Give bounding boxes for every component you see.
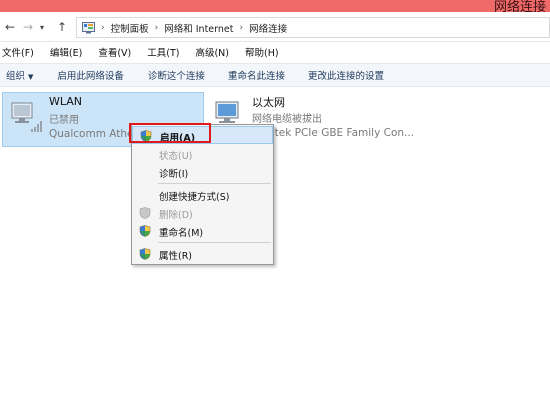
menu-item-label: 属性(R)	[159, 251, 193, 262]
connection-name: WLAN	[49, 95, 83, 108]
menu-advanced[interactable]: 高级(N)	[193, 45, 235, 59]
organize-label: 组织	[6, 71, 26, 82]
shield-icon	[139, 225, 151, 237]
menu-item-label: 删除(D)	[159, 210, 193, 221]
breadcrumb-chevron-icon[interactable]: ›	[101, 23, 105, 33]
menu-file[interactable]: 文件(F)	[0, 45, 40, 59]
connection-status: 已禁用	[49, 115, 79, 126]
title-bar: 网络连接	[0, 0, 550, 15]
connection-device: Realtek PCIe GBE Family Con...	[252, 127, 415, 139]
change-settings-button[interactable]: 更改此连接的设置	[308, 68, 384, 82]
menu-separator	[158, 183, 271, 184]
wireless-adapter-icon	[11, 102, 42, 132]
rename-button[interactable]: 重命名此连接	[228, 68, 285, 82]
menu-item-label: 状态(U)	[159, 151, 193, 162]
menu-tools[interactable]: 工具(T)	[145, 45, 185, 59]
menu-item-rename[interactable]: 重命名(M)	[132, 222, 273, 240]
shield-icon	[139, 207, 151, 219]
chevron-down-icon: ▼	[28, 73, 34, 81]
command-bar: 组织 ▼ 启用此网络设备 诊断这个连接 重命名此连接 更改此连接的设置	[0, 63, 550, 87]
menu-item-label: 诊断(I)	[159, 169, 189, 180]
breadcrumb-item[interactable]: 控制面板	[111, 21, 149, 35]
diagnose-button[interactable]: 诊断这个连接	[148, 68, 205, 82]
connection-device: Qualcomm Atheros	[49, 128, 133, 140]
breadcrumb-chevron-icon[interactable]: ›	[239, 23, 243, 33]
connection-name: 以太网	[252, 96, 285, 109]
menu-view[interactable]: 查看(V)	[96, 45, 137, 59]
menu-separator	[158, 242, 271, 243]
menu-item-label: 重命名(M)	[159, 228, 204, 239]
breadcrumb-chevron-icon[interactable]: ›	[155, 23, 159, 33]
menu-item-diagnose[interactable]: 诊断(I)	[132, 163, 273, 181]
recent-dropdown-icon[interactable]: ▾	[40, 23, 44, 32]
menu-item-properties[interactable]: 属性(R)	[132, 245, 273, 263]
menu-bar: 文件(F) 编辑(E) 查看(V) 工具(T) 高级(N) 帮助(H)	[0, 43, 550, 61]
control-panel-icon	[82, 22, 95, 34]
address-box[interactable]: › 控制面板 › 网络和 Internet › 网络连接	[76, 17, 550, 38]
enable-device-button[interactable]: 启用此网络设备	[57, 68, 124, 82]
context-menu: 启用(A) 状态(U) 诊断(I) 创建快捷方式(S) 删除(D) 重命名(M)…	[131, 124, 274, 265]
breadcrumb-item[interactable]: 网络和 Internet	[164, 21, 233, 35]
menu-item-create-shortcut[interactable]: 创建快捷方式(S)	[132, 186, 273, 204]
connection-status: 网络电缆被拔出	[252, 114, 322, 125]
breadcrumb: › 控制面板 › 网络和 Internet › 网络连接	[101, 21, 287, 35]
shield-icon	[139, 248, 151, 260]
menu-item-status: 状态(U)	[132, 145, 273, 163]
back-arrow-icon[interactable]: ←	[5, 20, 15, 34]
menu-item-delete: 删除(D)	[132, 204, 273, 222]
address-bar: ← → ▾ ↑ › 控制面板 › 网络和 Internet › 网络连接	[0, 12, 550, 42]
breadcrumb-item[interactable]: 网络连接	[249, 21, 287, 35]
up-arrow-icon[interactable]: ↑	[57, 20, 67, 34]
menu-help[interactable]: 帮助(H)	[243, 45, 285, 59]
organize-button[interactable]: 组织 ▼	[6, 68, 33, 82]
menu-item-label: 创建快捷方式(S)	[159, 192, 230, 203]
highlight-annotation-box	[129, 123, 211, 143]
menu-edit[interactable]: 编辑(E)	[48, 45, 88, 59]
forward-arrow-icon[interactable]: →	[23, 20, 33, 34]
